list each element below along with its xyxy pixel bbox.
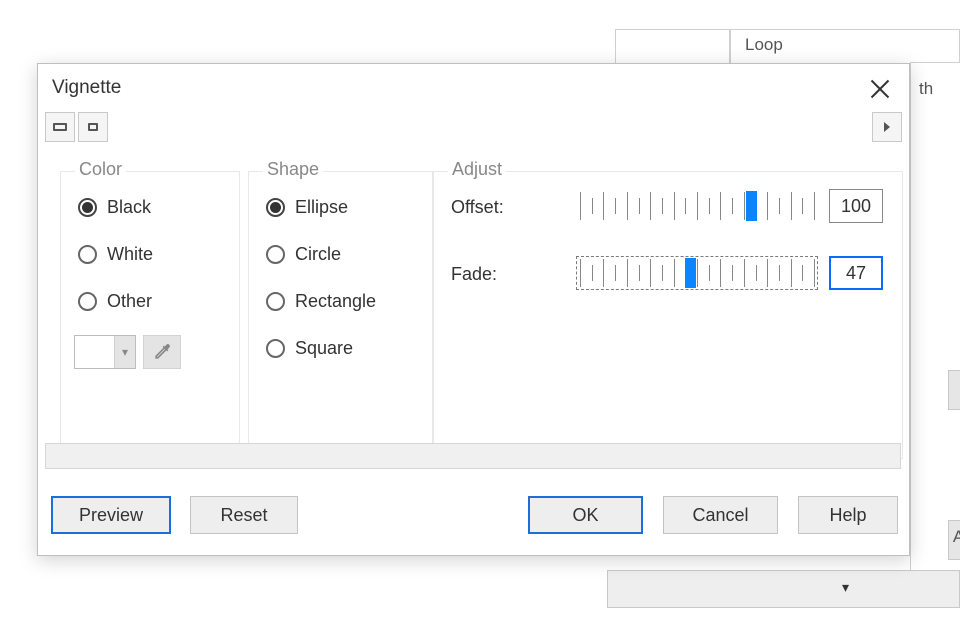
bg-side-button-2[interactable]: A bbox=[948, 520, 960, 560]
preview-button[interactable]: Preview bbox=[51, 496, 171, 534]
color-white-radio[interactable]: White bbox=[78, 244, 153, 265]
eyedropper-button[interactable] bbox=[143, 335, 181, 369]
single-view-icon bbox=[88, 123, 98, 131]
bg-tab-blank bbox=[615, 29, 730, 63]
radio-icon bbox=[78, 245, 97, 264]
shape-rectangle-label: Rectangle bbox=[295, 291, 376, 312]
ok-button[interactable]: OK bbox=[528, 496, 643, 534]
slider-thumb[interactable] bbox=[746, 191, 757, 221]
radio-icon bbox=[266, 245, 285, 264]
reset-button[interactable]: Reset bbox=[190, 496, 298, 534]
eyedropper-icon bbox=[152, 342, 172, 362]
offset-value-input[interactable]: 100 bbox=[829, 189, 883, 223]
close-icon[interactable] bbox=[863, 72, 897, 106]
shape-ellipse-label: Ellipse bbox=[295, 197, 348, 218]
radio-icon bbox=[266, 198, 285, 217]
bg-dropdown[interactable] bbox=[607, 570, 960, 608]
adjust-group-legend: Adjust bbox=[448, 159, 506, 180]
color-white-label: White bbox=[107, 244, 153, 265]
radio-icon bbox=[78, 292, 97, 311]
slider-ticks bbox=[580, 192, 814, 220]
view-mode-side-by-side-button[interactable] bbox=[45, 112, 75, 142]
shape-circle-label: Circle bbox=[295, 244, 341, 265]
bg-trunc-text: th bbox=[919, 79, 933, 99]
fade-label: Fade: bbox=[451, 264, 497, 285]
help-button[interactable]: Help bbox=[798, 496, 898, 534]
offset-label: Offset: bbox=[451, 197, 504, 218]
color-group: Color Black White Other ▾ bbox=[60, 159, 240, 459]
swatch-preview bbox=[75, 336, 115, 368]
radio-icon bbox=[266, 292, 285, 311]
dialog-title: Vignette bbox=[52, 77, 121, 99]
status-bar bbox=[45, 443, 901, 469]
slider-thumb[interactable] bbox=[685, 258, 696, 288]
shape-circle-radio[interactable]: Circle bbox=[266, 244, 341, 265]
adjust-group: Adjust Offset: 100 Fade: 47 bbox=[433, 159, 903, 459]
shape-square-radio[interactable]: Square bbox=[266, 338, 353, 359]
shape-group-legend: Shape bbox=[263, 159, 323, 180]
view-mode-single-button[interactable] bbox=[78, 112, 108, 142]
chevron-right-icon bbox=[884, 122, 890, 132]
color-other-label: Other bbox=[107, 291, 152, 312]
fade-slider[interactable] bbox=[576, 256, 818, 290]
shape-ellipse-radio[interactable]: Ellipse bbox=[266, 197, 348, 218]
cancel-button[interactable]: Cancel bbox=[663, 496, 778, 534]
bg-tab-loop[interactable]: Loop bbox=[730, 29, 960, 63]
side-by-side-icon bbox=[53, 123, 67, 131]
chevron-down-icon: ▾ bbox=[115, 336, 135, 368]
color-other-radio[interactable]: Other bbox=[78, 291, 152, 312]
color-black-radio[interactable]: Black bbox=[78, 197, 151, 218]
color-group-legend: Color bbox=[75, 159, 126, 180]
dialog-toolbar bbox=[45, 112, 902, 143]
slider-ticks bbox=[580, 259, 814, 287]
color-black-label: Black bbox=[107, 197, 151, 218]
fade-value-input[interactable]: 47 bbox=[829, 256, 883, 290]
options-menu-button[interactable] bbox=[872, 112, 902, 142]
shape-group: Shape Ellipse Circle Rectangle Square bbox=[248, 159, 433, 459]
radio-icon bbox=[266, 339, 285, 358]
shape-square-label: Square bbox=[295, 338, 353, 359]
color-swatch-dropdown[interactable]: ▾ bbox=[74, 335, 136, 369]
color-picker-row: ▾ bbox=[74, 335, 181, 369]
bg-side-button[interactable] bbox=[948, 370, 960, 410]
shape-rectangle-radio[interactable]: Rectangle bbox=[266, 291, 376, 312]
vignette-dialog: Vignette Color Black White Other bbox=[37, 63, 910, 556]
offset-slider[interactable] bbox=[576, 189, 818, 223]
radio-icon bbox=[78, 198, 97, 217]
